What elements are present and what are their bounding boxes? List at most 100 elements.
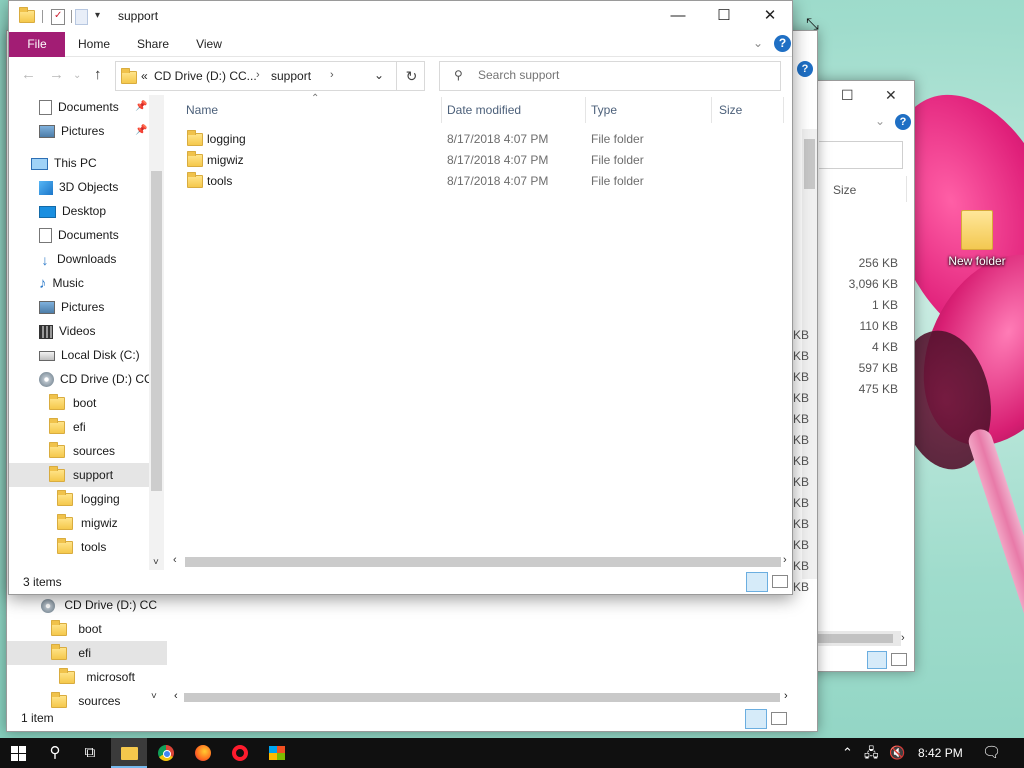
pin-icon[interactable]: 📌 [135, 95, 147, 119]
nav-item-boot[interactable]: boot [9, 391, 164, 415]
breadcrumb-separator-icon[interactable]: › [330, 69, 334, 81]
column-header-type[interactable]: Type [591, 95, 617, 127]
nav-item-pictures[interactable]: Pictures 📌 [9, 119, 164, 143]
scrollbar-thumb[interactable] [185, 557, 781, 567]
help-button[interactable]: ? [774, 35, 791, 52]
file-row-migwiz[interactable]: migwiz 8/17/2018 4:07 PM File folder [181, 150, 781, 171]
details-view-button[interactable] [745, 709, 767, 729]
customize-toolbar-icon[interactable]: ▾ [95, 10, 100, 21]
column-header-date-modified[interactable]: Date modified [447, 95, 521, 127]
properties-icon[interactable] [51, 9, 65, 25]
nav-item-videos[interactable]: Videos [9, 319, 164, 343]
nav-item-tools[interactable]: tools [9, 535, 164, 559]
column-header-size[interactable]: Size [719, 95, 742, 127]
chrome-button[interactable] [148, 738, 184, 768]
scroll-right-arrow-icon[interactable]: › [784, 690, 788, 702]
close-button[interactable]: ✕ [747, 1, 792, 31]
file-row-tools[interactable]: tools 8/17/2018 4:07 PM File folder [181, 171, 781, 192]
breadcrumb-support[interactable]: support [271, 69, 311, 83]
pin-icon[interactable]: 📌 [135, 119, 147, 143]
task-view-button[interactable]: ⧉ [72, 738, 108, 768]
address-bar[interactable]: « CD Drive (D:) CC... › support › ⌄ ↻ [115, 61, 425, 91]
breadcrumb-cd-drive[interactable]: CD Drive (D:) CC... [154, 69, 257, 83]
nav-item-local-disk-c[interactable]: Local Disk (C:) [9, 343, 164, 367]
minimize-button[interactable]: — [655, 1, 701, 31]
column-header-size[interactable]: Size [833, 183, 856, 197]
horizontal-scrollbar[interactable]: ‹ › [171, 553, 792, 570]
nav-item-migwiz[interactable]: migwiz [9, 511, 164, 535]
large-icons-view-button[interactable] [771, 712, 787, 725]
clock[interactable]: 8:42 PM [918, 738, 963, 768]
opera-button[interactable] [222, 738, 258, 768]
show-hidden-icons-icon[interactable]: ⌃ [842, 738, 853, 768]
scrollbar-thumb[interactable] [804, 139, 815, 189]
nav-item-downloads[interactable]: ↓ Downloads [9, 247, 164, 271]
nav-item-this-pc[interactable]: This PC [9, 151, 164, 175]
chevron-down-icon[interactable]: ⌄ [875, 114, 885, 128]
column-divider[interactable] [441, 97, 442, 123]
file-row-logging[interactable]: logging 8/17/2018 4:07 PM File folder [181, 129, 781, 150]
column-header-name[interactable]: Name [186, 95, 218, 127]
column-divider[interactable] [711, 97, 712, 123]
horizontal-scrollbar[interactable]: ‹ › [172, 689, 792, 706]
file-explorer-button[interactable] [111, 738, 147, 768]
search-button[interactable]: ⚲ [37, 738, 73, 768]
address-history-dropdown-icon[interactable]: ⌄ [374, 68, 384, 82]
column-divider[interactable] [585, 97, 586, 123]
refresh-button[interactable]: ↻ [396, 62, 426, 90]
tool-app-button[interactable] [259, 738, 295, 768]
nav-item-cd-drive[interactable]: CD Drive (D:) CC [7, 593, 167, 617]
scroll-left-arrow-icon[interactable]: ‹ [173, 554, 177, 566]
close-button[interactable]: ✕ [885, 87, 897, 104]
scroll-right-arrow-icon[interactable]: › [901, 632, 905, 644]
tab-share[interactable]: Share [131, 32, 175, 57]
explorer-window[interactable]: ▾ support — ☐ ✕ File Home Share View ⌄ ?… [8, 0, 793, 595]
scroll-down-arrow-icon[interactable]: ˅ [151, 691, 157, 702]
action-center-icon[interactable]: 🗨 [982, 738, 1001, 768]
volume-muted-icon[interactable]: 🔇 [889, 738, 905, 768]
column-divider[interactable] [783, 97, 784, 123]
help-button[interactable]: ? [895, 114, 911, 130]
details-view-button[interactable] [746, 572, 768, 592]
forward-button[interactable]: → [49, 66, 64, 83]
search-input[interactable] [478, 68, 768, 82]
nav-item-microsoft[interactable]: microsoft [7, 665, 167, 689]
nav-item-documents[interactable]: Documents [9, 223, 164, 247]
nav-item-logging[interactable]: logging [9, 487, 164, 511]
tab-file[interactable]: File [9, 32, 65, 57]
breadcrumb-separator-icon[interactable]: › [256, 69, 260, 81]
nav-item-pictures[interactable]: Pictures [9, 295, 164, 319]
search-box[interactable]: ⚲ [439, 61, 781, 91]
large-icons-view-button[interactable] [891, 653, 907, 666]
expand-ribbon-icon[interactable]: ⌄ [753, 36, 763, 50]
desktop-new-folder[interactable]: New folder [942, 210, 1012, 268]
maximize-button[interactable]: ☐ [701, 1, 747, 31]
tab-view[interactable]: View [187, 32, 231, 57]
scroll-left-arrow-icon[interactable]: ‹ [174, 690, 178, 702]
scrollbar-thumb[interactable] [184, 693, 780, 702]
breadcrumb-overflow[interactable]: « [141, 69, 148, 83]
scroll-down-arrow-icon[interactable]: ˅ [153, 557, 159, 568]
nav-item-documents[interactable]: Documents 📌 [9, 95, 164, 119]
firefox-button[interactable] [185, 738, 221, 768]
nav-item-cd-drive-d-cc[interactable]: CD Drive (D:) CC [9, 367, 164, 391]
nav-item-desktop[interactable]: Desktop [9, 199, 164, 223]
help-button[interactable]: ? [797, 61, 813, 77]
nav-item-efi[interactable]: efi [9, 415, 164, 439]
scroll-right-arrow-icon[interactable]: › [783, 554, 787, 566]
nav-item-music[interactable]: ♪ Music [9, 271, 164, 295]
recent-locations-icon[interactable]: ⌄ [73, 70, 81, 81]
back-button[interactable]: ← [21, 66, 36, 83]
nav-item-boot[interactable]: boot [7, 617, 167, 641]
nav-item-sources[interactable]: sources [7, 689, 167, 713]
large-icons-view-button[interactable] [772, 575, 788, 588]
nav-item-support[interactable]: support [9, 463, 164, 487]
details-view-button[interactable] [867, 651, 887, 669]
title-bar[interactable]: ▾ support — ☐ ✕ [9, 1, 792, 32]
network-icon[interactable]: 🖧 [864, 738, 879, 768]
nav-item-sources[interactable]: sources [9, 439, 164, 463]
up-button[interactable]: ↑ [94, 66, 102, 83]
tab-home[interactable]: Home [71, 32, 117, 57]
column-divider[interactable] [906, 176, 907, 202]
nav-item-efi[interactable]: efi [7, 641, 167, 665]
